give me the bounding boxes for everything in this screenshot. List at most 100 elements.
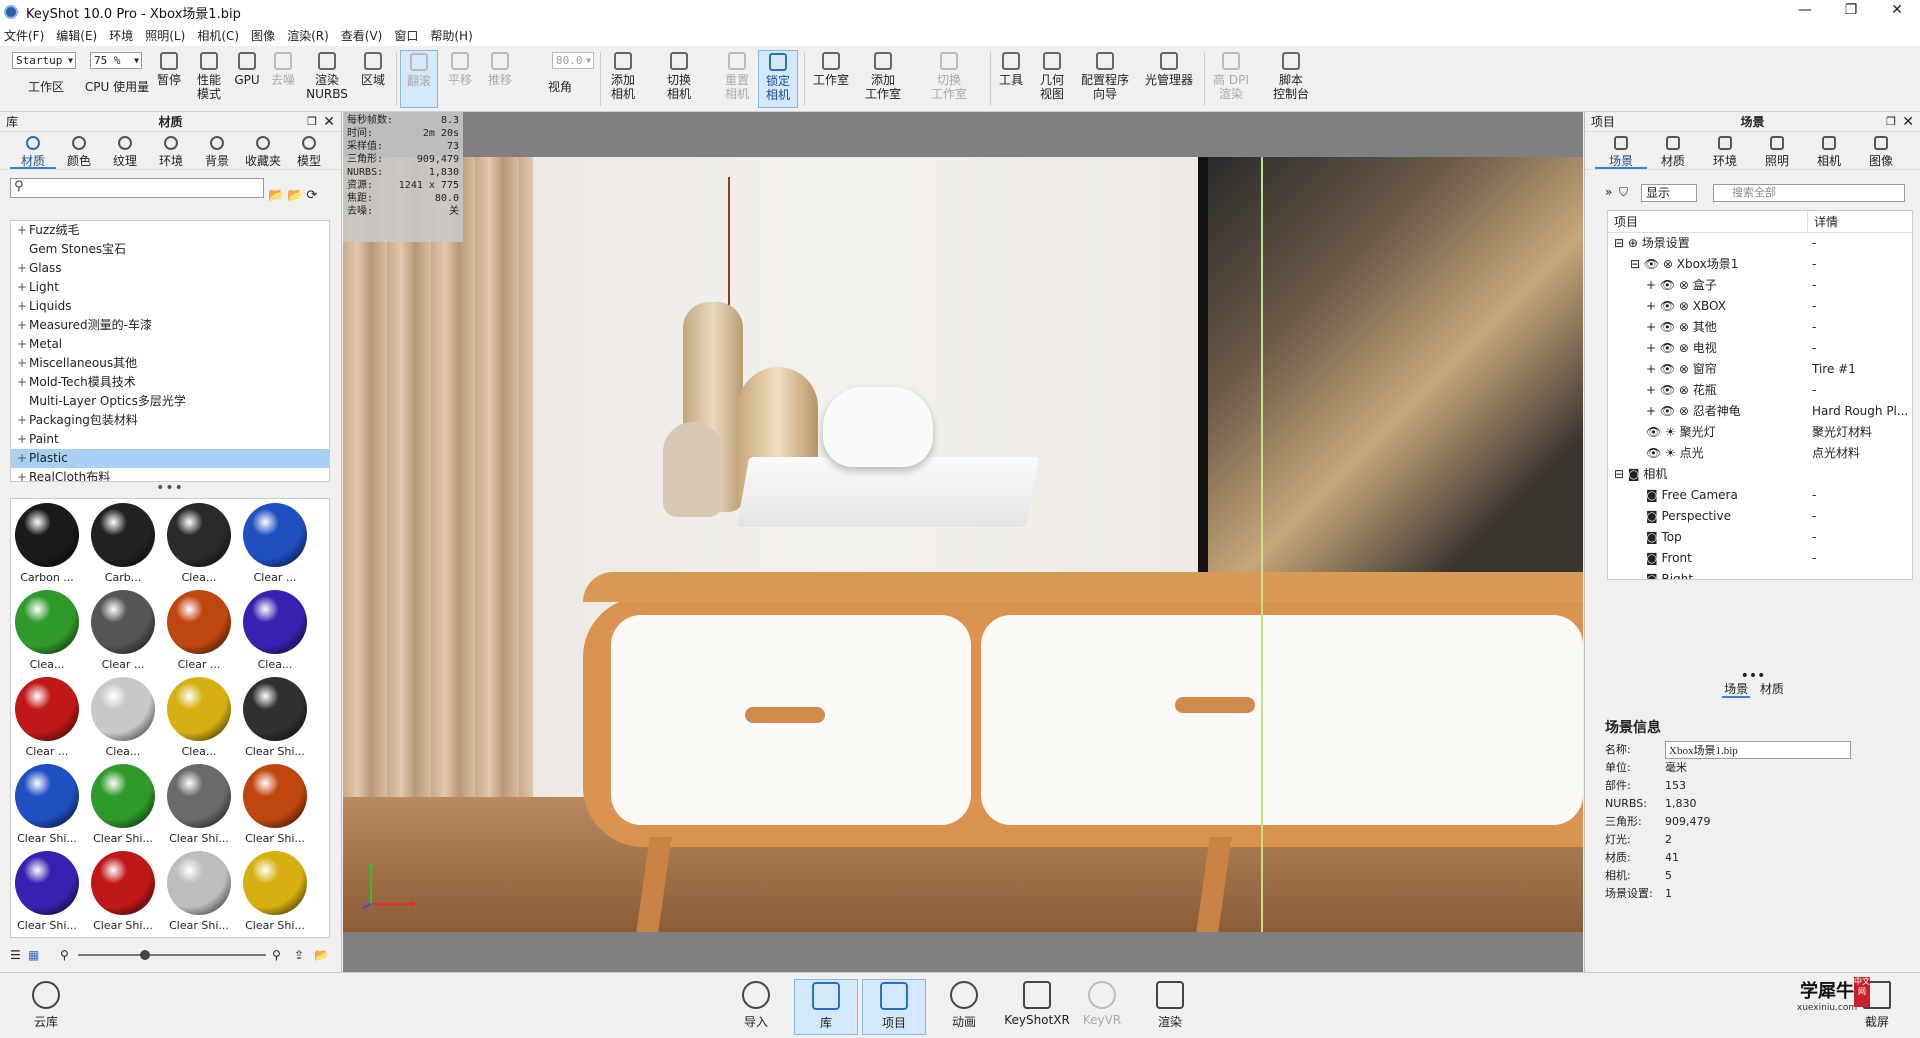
library-folder-item[interactable]: + Paint <box>11 430 329 449</box>
library-folder-item[interactable]: + Glass <box>11 259 329 278</box>
material-thumbnail[interactable]: Clea... <box>165 501 233 585</box>
material-thumbnail[interactable]: Clear Shi... <box>241 675 309 759</box>
library-folder-item[interactable]: + Plastic <box>11 449 329 468</box>
library-folder-item[interactable]: Gem Stones宝石 <box>11 240 329 259</box>
menu-help[interactable]: 帮助(H) <box>430 27 472 44</box>
lock-camera-button[interactable]: 锁定 相机 <box>758 50 798 108</box>
expand-plus-icon[interactable]: + <box>17 316 27 335</box>
library-folder-tools[interactable]: 📂📂⟳ <box>268 188 320 203</box>
material-thumbnail[interactable]: Carbon ... <box>13 501 81 585</box>
grid-view-icon[interactable]: ▦ <box>28 948 39 962</box>
tab-material[interactable]: 材质 <box>1647 132 1699 169</box>
menu-image[interactable]: 图像 <box>251 27 275 44</box>
expand-plus-icon[interactable]: + <box>17 430 27 449</box>
zoom-in-icon[interactable]: ⚲ <box>272 948 281 962</box>
pan-button[interactable]: 平移 <box>442 50 478 108</box>
material-thumbnail[interactable]: Clea... <box>165 675 233 759</box>
gpu-button[interactable]: GPU <box>232 50 262 108</box>
material-thumbnail[interactable]: Carb... <box>89 501 157 585</box>
expand-plus-icon[interactable]: + <box>17 354 27 373</box>
close-icon[interactable]: ✕ <box>1902 114 1914 130</box>
project-button[interactable]: 项目 <box>862 979 926 1035</box>
tab-environments[interactable]: 环境 <box>148 132 194 169</box>
scene-tree-row[interactable]: + 👁 ⊗ 盒子 - <box>1608 275 1912 296</box>
scene-tree-row[interactable]: + 👁 ⊗ 花瓶 - <box>1608 380 1912 401</box>
library-button[interactable]: 库 <box>794 979 858 1035</box>
material-thumbnail[interactable]: Clear ... <box>89 588 157 672</box>
add-camera-button[interactable]: 添加 相机 <box>604 50 642 108</box>
splitter-handle[interactable]: ••• <box>150 481 190 496</box>
expand-plus-icon[interactable]: + <box>17 221 27 240</box>
keyshotxr-button[interactable]: KeyShotXR <box>1000 979 1074 1035</box>
scene-tree-row[interactable]: ◙ Top - <box>1608 527 1912 548</box>
expand-plus-icon[interactable]: + <box>17 468 27 481</box>
expand-plus-icon[interactable]: + <box>17 335 27 354</box>
material-thumbnail[interactable]: Clear ... <box>241 501 309 585</box>
switch-camera-button[interactable]: 切换 相机 <box>652 50 706 108</box>
tab-camera[interactable]: 相机 <box>1803 132 1855 169</box>
library-search-input[interactable] <box>10 178 264 198</box>
cpu-usage-select[interactable]: 75 % <box>90 52 142 69</box>
material-thumbnail[interactable]: Clear Shi... <box>89 849 157 933</box>
render-viewport[interactable]: 每秒帧数: 8.3 时间: 2m 20s 采样值: 73 三角形: 909,479 NURBS:… <box>343 112 1583 972</box>
library-folder-item[interactable]: Multi-Layer Optics多层光学 <box>11 392 329 411</box>
region-button[interactable]: 区域 <box>354 50 392 108</box>
menu-window[interactable]: 窗口 <box>394 27 418 44</box>
tab-colors[interactable]: 颜色 <box>56 132 102 169</box>
material-thumbnail[interactable]: Clear Shi... <box>241 849 309 933</box>
expand-plus-icon[interactable]: + <box>17 449 27 468</box>
reset-camera-button[interactable]: 重置 相机 <box>718 50 756 108</box>
scene-tree-row[interactable]: ◙ Free Camera - <box>1608 485 1912 506</box>
tumble-button[interactable]: 翻滚 <box>400 50 438 108</box>
scene-name-input[interactable]: Xbox场景1.bip <box>1665 741 1851 759</box>
library-folder-item[interactable]: + Packaging包装材料 <box>11 411 329 430</box>
funnel-icon[interactable]: ⛉ <box>1619 185 1628 200</box>
float-icon[interactable]: ❐ <box>307 115 317 128</box>
tools-button[interactable]: 工具 <box>994 50 1028 108</box>
material-thumbnail[interactable]: Clear Shi... <box>165 849 233 933</box>
folder-refresh-icon[interactable]: 📂 <box>314 948 329 962</box>
denoise-button[interactable]: 去噪 <box>266 50 300 108</box>
zoom-out-icon[interactable]: ⚲ <box>60 948 69 962</box>
expand-plus-icon[interactable]: + <box>17 297 27 316</box>
tab-scene[interactable]: 场景 <box>1595 132 1647 169</box>
scene-tree-row[interactable]: + 👁 ⊗ 窗帘 Tire #1 <box>1608 359 1912 380</box>
material-thumbnail[interactable]: Clear Shi... <box>165 762 233 846</box>
library-folder-item[interactable]: + Fuzz绒毛 <box>11 221 329 240</box>
expand-plus-icon[interactable]: + <box>17 259 27 278</box>
minimize-button[interactable]: — <box>1782 0 1828 22</box>
tab-textures[interactable]: 纹理 <box>102 132 148 169</box>
tab-image[interactable]: 图像 <box>1855 132 1907 169</box>
float-icon[interactable]: ❐ <box>1886 115 1896 128</box>
import-button[interactable]: 导入 <box>724 979 788 1035</box>
material-thumbnail[interactable]: Clea... <box>13 588 81 672</box>
library-folder-item[interactable]: + Light <box>11 278 329 297</box>
light-manager-button[interactable]: 光管理器 <box>1140 50 1198 108</box>
material-thumbnail[interactable]: Clear Shi... <box>241 762 309 846</box>
performance-mode-button[interactable]: 性能 模式 <box>190 50 228 108</box>
scene-search-input[interactable]: 搜索全部 <box>1713 184 1905 202</box>
menu-view[interactable]: 查看(V) <box>341 27 383 44</box>
menu-lighting[interactable]: 照明(L) <box>145 27 185 44</box>
material-thumbnail[interactable]: Clear ... <box>13 675 81 759</box>
geometry-view-button[interactable]: 几何 视图 <box>1034 50 1070 108</box>
pause-button[interactable]: 暂停 <box>152 50 186 108</box>
library-folder-item[interactable]: + Liquids <box>11 297 329 316</box>
list-view-icon[interactable]: ☰ <box>10 948 21 962</box>
menu-camera[interactable]: 相机(C) <box>197 27 239 44</box>
animation-button[interactable]: 动画 <box>932 979 996 1035</box>
scene-tree-row[interactable]: + 👁 ⊗ 电视 - <box>1608 338 1912 359</box>
maximize-button[interactable]: ❐ <box>1828 0 1874 22</box>
library-folder-item[interactable]: + Metal <box>11 335 329 354</box>
close-icon[interactable]: ✕ <box>323 114 335 130</box>
hidpi-render-button[interactable]: 高 DPI 渲染 <box>1208 50 1254 108</box>
material-thumbnail[interactable]: Clear Shi... <box>13 849 81 933</box>
thumbnail-size-slider[interactable] <box>78 950 266 960</box>
scene-tree-row[interactable]: ◙ Right - <box>1608 569 1912 579</box>
menu-render[interactable]: 渲染(R) <box>287 27 329 44</box>
fov-input[interactable]: 80.0 <box>552 52 594 69</box>
material-thumbnail[interactable]: Clear Shi... <box>13 762 81 846</box>
studio-button[interactable]: 工作室 <box>808 50 854 108</box>
menu-environment[interactable]: 环境 <box>109 27 133 44</box>
scene-tree-row[interactable]: ⊟ ◙ 相机 <box>1608 464 1912 485</box>
